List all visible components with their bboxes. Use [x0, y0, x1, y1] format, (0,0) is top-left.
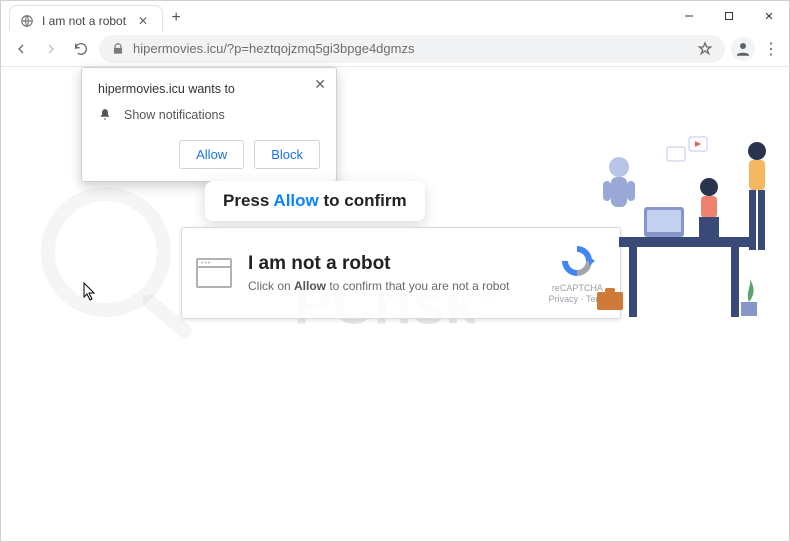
- press-allow-banner: Press Allow to confirm: [205, 181, 425, 221]
- globe-icon: [20, 14, 34, 28]
- profile-avatar-icon[interactable]: [731, 37, 755, 61]
- captcha-subtext: Click on Allow to confirm that you are n…: [248, 279, 533, 293]
- window-controls: ✕: [669, 1, 789, 31]
- permission-line: Show notifications: [124, 108, 225, 122]
- lock-icon: [111, 42, 125, 56]
- permission-close-icon[interactable]: ✕: [314, 76, 326, 93]
- pill-pre: Press: [223, 191, 273, 210]
- close-window-button[interactable]: ✕: [749, 1, 789, 31]
- menu-kebab-icon[interactable]: ⋮: [761, 39, 781, 59]
- allow-button[interactable]: Allow: [179, 140, 244, 169]
- new-tab-button[interactable]: +: [163, 5, 189, 31]
- permission-origin: hipermovies.icu wants to: [98, 82, 320, 96]
- mouse-cursor-icon: [83, 282, 97, 302]
- office-illustration: [589, 107, 779, 347]
- url-text: hipermovies.icu/?p=heztqojzmq5gi3bpge4dg…: [133, 41, 414, 56]
- browser-window: I am not a robot ✕ + ✕ hipermovies.icu/?…: [0, 0, 790, 542]
- reload-button[interactable]: [69, 37, 93, 61]
- minimize-button[interactable]: [669, 1, 709, 31]
- bell-icon: [98, 108, 112, 122]
- bookmark-star-icon[interactable]: [697, 41, 713, 57]
- captcha-heading: I am not a robot: [248, 253, 533, 275]
- block-button[interactable]: Block: [254, 140, 320, 169]
- address-bar[interactable]: hipermovies.icu/?p=heztqojzmq5gi3bpge4dg…: [99, 35, 725, 63]
- browser-window-icon: •••: [196, 258, 232, 288]
- forward-button[interactable]: [39, 37, 63, 61]
- permission-row: Show notifications: [98, 108, 320, 122]
- pill-post: to confirm: [319, 191, 407, 210]
- titlebar: I am not a robot ✕ + ✕: [1, 1, 789, 31]
- tab-close-icon[interactable]: ✕: [134, 14, 152, 28]
- toolbar: hipermovies.icu/?p=heztqojzmq5gi3bpge4dg…: [1, 31, 789, 67]
- captcha-card: ••• I am not a robot Click on Allow to c…: [181, 227, 621, 319]
- notification-permission-dialog: ✕ hipermovies.icu wants to Show notifica…: [81, 67, 337, 182]
- back-button[interactable]: [9, 37, 33, 61]
- page-content: PCrisk® ✕ hipermovies.icu wants to Show …: [1, 67, 789, 541]
- watermark-magnifier-icon: [41, 187, 171, 317]
- maximize-button[interactable]: [709, 1, 749, 31]
- tab-title: I am not a robot: [42, 14, 126, 28]
- pill-word: Allow: [273, 191, 318, 210]
